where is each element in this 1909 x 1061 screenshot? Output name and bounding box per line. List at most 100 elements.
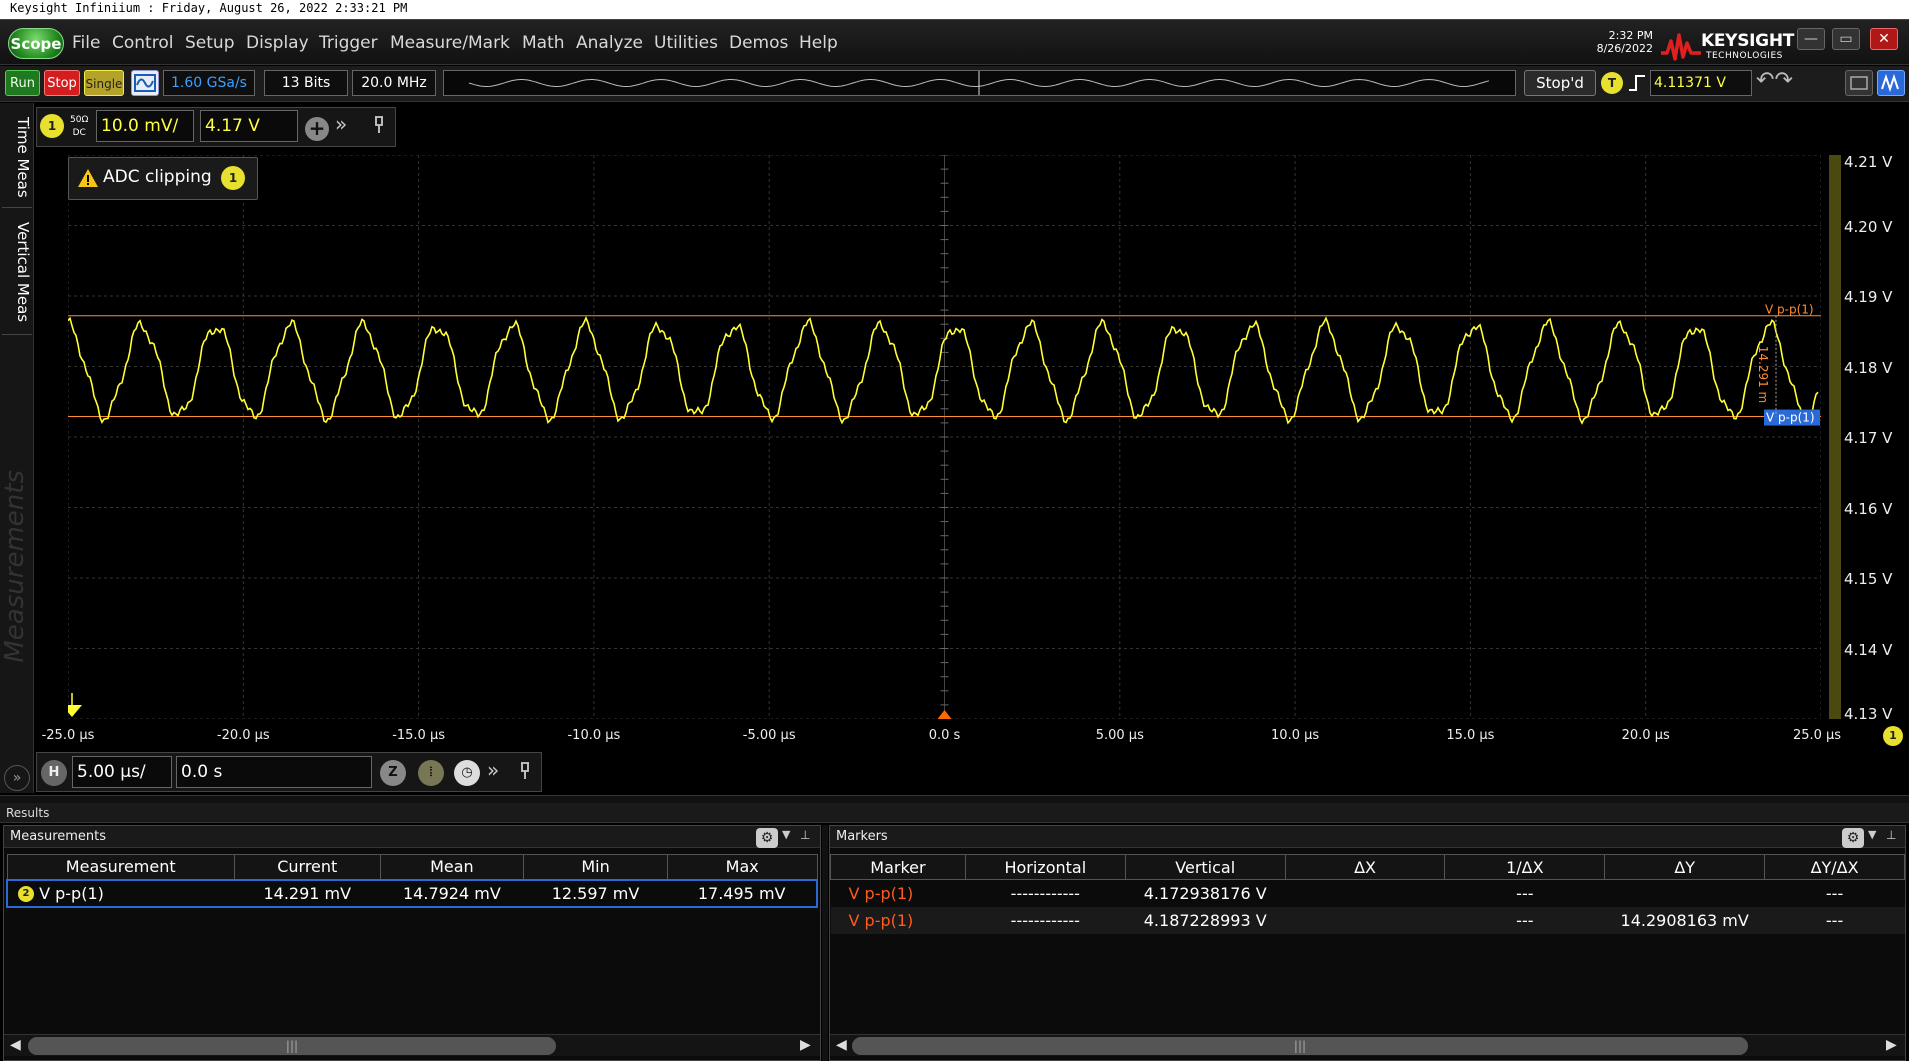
tab-time-meas[interactable]: Time Meas (2, 108, 32, 208)
ground-marker-icon (62, 705, 82, 717)
menu-demos[interactable]: Demos (729, 31, 788, 55)
single-button[interactable]: Single (84, 70, 124, 96)
channel-1-trace (67, 315, 1819, 425)
clock-icon[interactable]: ◷ (454, 760, 480, 786)
col-dx[interactable]: ΔX (1284, 854, 1446, 880)
channel-1-badge[interactable]: 1 (40, 114, 64, 138)
tab-vertical-meas[interactable]: Vertical Meas (2, 210, 32, 335)
clock: 2:32 PM 8/26/2022 (1575, 29, 1653, 55)
acquisition-status: Stop'd (1524, 70, 1596, 96)
close-button[interactable]: ✕ (1870, 28, 1898, 50)
col-vertical[interactable]: Vertical (1124, 854, 1286, 880)
trigger-badge[interactable]: T (1601, 72, 1623, 94)
col-dy-dx[interactable]: ΔY/ΔX (1764, 854, 1905, 880)
table-row[interactable]: 2 V p-p(1) 14.291 mV 14.7924 mV 12.597 m… (5, 878, 818, 908)
autoscale-button[interactable] (131, 70, 159, 96)
menu-control[interactable]: Control (112, 31, 173, 55)
undo-redo: ↶↷ (1756, 70, 1808, 96)
y-axis-labels: 4.21 V 4.20 V 4.19 V 4.18 V 4.17 V 4.16 V 4.15… (1840, 150, 1898, 730)
bits-field[interactable]: 13 Bits (264, 70, 348, 96)
measure-panel-button[interactable] (1877, 70, 1905, 96)
waveform-overview[interactable] (443, 70, 1516, 96)
menu-math[interactable]: Math (522, 31, 565, 55)
menu-setup[interactable]: Setup (185, 31, 234, 55)
channel-more-icon[interactable]: » (335, 112, 347, 136)
x-axis-label: -10.0 µs (567, 728, 621, 743)
measurements-gear-icon[interactable]: ⚙ (756, 828, 778, 848)
menu-display[interactable]: Display (246, 31, 309, 55)
x-axis-label: -15.0 µs (392, 728, 445, 743)
col-max[interactable]: Max (666, 854, 818, 880)
scroll-right-icon[interactable]: ▶ (800, 1037, 811, 1053)
markers-scroll-thumb[interactable]: ||| (852, 1037, 1748, 1055)
sample-rate-field[interactable]: 1.60 GSa/s (163, 70, 255, 96)
horizontal-badge[interactable]: H (41, 760, 67, 786)
rising-edge-icon[interactable] (1627, 73, 1647, 93)
waveform-icon (1881, 73, 1899, 93)
menu-analyze[interactable]: Analyze (576, 31, 643, 55)
markers-dropdown-icon[interactable]: ▼ (1868, 828, 1876, 841)
trigger-level-field[interactable]: 4.11371 V (1650, 70, 1752, 96)
scroll-right-icon[interactable]: ▶ (1886, 1037, 1897, 1053)
redo-icon[interactable]: ↷ (1774, 68, 1792, 93)
scroll-left-icon[interactable]: ◀ (836, 1037, 847, 1053)
measurements-panel: Measurements ⚙ ▼ ⊥ Measurement Current M… (3, 825, 821, 1061)
measurement-current: 14.291 mV (234, 878, 381, 908)
measurements-pin-icon[interactable]: ⊥ (800, 828, 810, 842)
marker-dy: 14.2908163 mV (1620, 910, 1749, 930)
stop-button[interactable]: Stop (44, 70, 80, 96)
col-dy[interactable]: ΔY (1604, 854, 1766, 880)
channel-impedance: 50Ω DC (70, 114, 88, 140)
zoom-icon[interactable]: Z (380, 760, 406, 786)
col-current[interactable]: Current (233, 854, 381, 880)
vertical-scale-field[interactable]: 10.0 mV/ (96, 110, 194, 142)
menu-file[interactable]: File (72, 31, 100, 55)
menu-measure-mark[interactable]: Measure/Mark (390, 31, 510, 55)
y-axis-label: 4.18 V (1844, 358, 1893, 377)
horizontal-scale-field[interactable]: 5.00 µs/ (72, 756, 172, 788)
scroll-left-icon[interactable]: ◀ (10, 1037, 21, 1053)
col-inv-dx[interactable]: 1/ΔX (1444, 854, 1606, 880)
x-axis-label: 5.00 µs (1095, 728, 1144, 743)
markers-pin-icon[interactable]: ⊥ (1886, 828, 1896, 842)
x-axis-labels: -25.0 µs -20.0 µs -15.0 µs -10.0 µs -5.00 µs… (0, 0, 1909, 743)
markers-scrollbar[interactable]: ◀ ||| ▶ (830, 1034, 1905, 1056)
markers-gear-icon[interactable]: ⚙ (1842, 828, 1864, 848)
measurements-scrollbar[interactable]: ◀ ||| ▶ (4, 1034, 820, 1056)
menu-utilities[interactable]: Utilities (654, 31, 718, 55)
clock-date: 8/26/2022 (1596, 42, 1653, 55)
segment-icon[interactable]: ⦙ (418, 760, 444, 786)
results-divider[interactable] (822, 825, 828, 1061)
horizontal-more-icon[interactable]: » (487, 758, 499, 782)
horizontal-position-field[interactable]: 0.0 s (176, 756, 372, 788)
col-measurement[interactable]: Measurement (6, 854, 235, 880)
menu-help[interactable]: Help (799, 31, 838, 55)
waveform-graticule[interactable]: V p-p(1) V p-p(1) 14.291 m (62, 154, 1822, 720)
maximize-button[interactable]: ▭ (1832, 28, 1860, 50)
minimize-button[interactable]: — (1797, 28, 1825, 50)
bandwidth-field[interactable]: 20.0 MHz (352, 70, 436, 96)
marker-vertical: 4.172938176 V (1143, 883, 1267, 903)
col-marker[interactable]: Marker (830, 854, 966, 880)
run-button[interactable]: Run (5, 70, 40, 96)
col-min[interactable]: Min (523, 854, 668, 880)
pin-icon[interactable] (372, 115, 386, 135)
table-row[interactable]: V p-p(1) ------------ 4.172938176 V --- … (831, 880, 1905, 907)
measurements-scroll-thumb[interactable]: ||| (28, 1037, 556, 1055)
col-mean[interactable]: Mean (379, 854, 525, 880)
measurements-dropdown-icon[interactable]: ▼ (782, 828, 790, 841)
table-row[interactable]: V p-p(1) ------------ 4.187228993 V --- … (830, 906, 1905, 934)
x-axis-label: 25.0 µs (1792, 728, 1842, 743)
vertical-offset-field[interactable]: 4.17 V (200, 110, 298, 142)
panel-splitter[interactable] (0, 795, 1909, 803)
menu-trigger[interactable]: Trigger (319, 31, 378, 55)
channel-impedance-value: 50Ω (70, 115, 89, 125)
add-channel-button[interactable]: + (305, 117, 329, 141)
horizontal-pin-icon[interactable] (518, 761, 532, 781)
expand-side-button[interactable]: » (4, 765, 30, 791)
col-horizontal[interactable]: Horizontal (964, 854, 1126, 880)
marker-dy-dx: --- (1825, 910, 1844, 930)
undo-icon[interactable]: ↶ (1756, 68, 1774, 93)
scope-button[interactable]: Scope (8, 28, 64, 59)
layout-button[interactable] (1845, 70, 1873, 96)
